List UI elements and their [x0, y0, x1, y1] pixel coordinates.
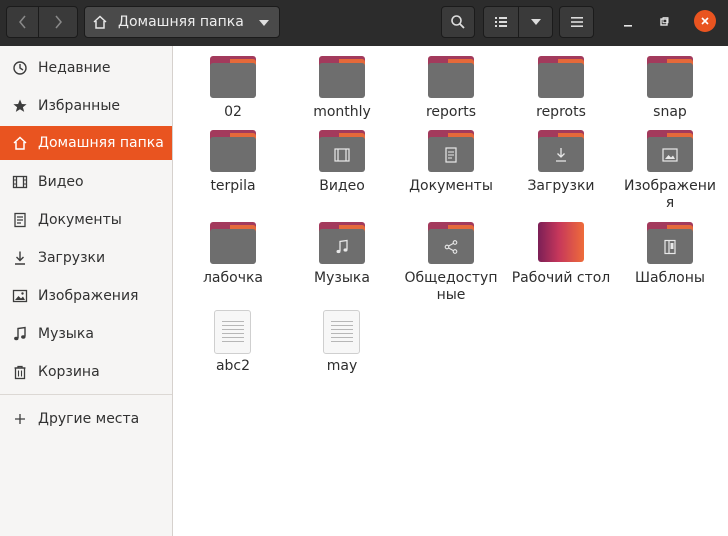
file-label: terpila: [210, 178, 256, 194]
file-label: reprots: [536, 104, 586, 120]
maximize-button[interactable]: [654, 12, 674, 32]
star-icon: [12, 98, 28, 114]
file-label: Документы: [409, 178, 493, 194]
sidebar-item-label: Домашняя папка: [38, 135, 164, 151]
download-icon: [12, 250, 28, 266]
file-label: Загрузки: [527, 178, 595, 194]
folder-icon: [210, 130, 256, 172]
trash-icon: [12, 364, 28, 380]
folder-icon: [538, 56, 584, 98]
folder-icon: [428, 56, 474, 98]
close-icon: [701, 17, 709, 25]
file-label: лабочка: [202, 270, 264, 286]
sidebar-item-other-places[interactable]: Другие места: [0, 402, 172, 436]
folder-public-icon: [428, 222, 474, 264]
header-bar: Домашняя папка: [0, 0, 728, 46]
sidebar-item-downloads[interactable]: Загрузки: [0, 241, 172, 275]
file-label: abc2: [215, 358, 251, 374]
hamburger-menu-icon: [570, 17, 583, 27]
forward-button[interactable]: [38, 6, 78, 38]
music-icon: [12, 326, 28, 342]
plus-icon: [12, 411, 28, 427]
view-options-button[interactable]: [518, 6, 553, 38]
chevron-left-icon: [18, 15, 26, 29]
home-icon: [93, 15, 107, 29]
file-label: Музыка: [314, 270, 370, 286]
sidebar-item-music[interactable]: Музыка: [0, 317, 172, 351]
minimize-button[interactable]: [618, 16, 638, 36]
folder-documents-icon: [428, 130, 474, 172]
sidebar-item-label: Избранные: [38, 98, 120, 114]
home-icon: [12, 135, 28, 151]
folder-download-icon: [538, 130, 584, 172]
folder-music-icon: [319, 222, 365, 264]
file-label: Общедоступные: [404, 270, 498, 303]
folder-templates-icon: [647, 222, 693, 264]
sidebar-item-pictures[interactable]: Изображения: [0, 279, 172, 313]
recent-icon: [12, 60, 28, 76]
sidebar-item-label: Музыка: [38, 326, 94, 342]
back-button[interactable]: [6, 6, 39, 38]
minimize-icon: [624, 25, 632, 27]
file-label: snap: [653, 104, 687, 120]
folder-icon: [210, 222, 256, 264]
chevron-right-icon: [55, 15, 62, 29]
file-grid: 02 monthly reports reprots snap terpila …: [174, 46, 728, 536]
sidebar-item-trash[interactable]: Корзина: [0, 355, 172, 389]
file-label: Рабочий стол: [511, 270, 611, 286]
sidebar-item-label: Изображения: [38, 288, 139, 304]
folder-pictures-icon: [647, 130, 693, 172]
sidebar-item-label: Загрузки: [38, 250, 106, 266]
sidebar-separator: [0, 394, 172, 395]
folder-icon: [319, 56, 365, 98]
text-file-icon: [319, 310, 365, 354]
folder-desktop-icon: [538, 222, 584, 264]
sidebar-item-starred[interactable]: Избранные: [0, 89, 172, 123]
sidebar-item-label: Документы: [38, 212, 122, 228]
chevron-down-icon: [530, 19, 541, 25]
main-menu-button[interactable]: [559, 6, 594, 38]
chevron-down-icon[interactable]: [259, 20, 269, 26]
sidebar-item-home[interactable]: Домашняя папка: [0, 126, 172, 160]
file-label: Шаблоны: [635, 270, 705, 286]
folder-video-icon: [319, 130, 365, 172]
sidebar-item-label: Видео: [38, 174, 84, 190]
video-icon: [12, 174, 28, 190]
sidebar-item-label: Корзина: [38, 364, 100, 380]
folder-icon: [647, 56, 693, 98]
text-file-icon: [210, 310, 256, 354]
sidebar-item-recent[interactable]: Недавние: [0, 51, 172, 85]
maximize-icon: [660, 17, 669, 26]
search-icon: [451, 15, 465, 29]
folder-icon: [210, 56, 256, 98]
file-label: may: [326, 358, 358, 374]
file-label: 02: [224, 104, 242, 120]
places-sidebar: Недавние Избранные Домашняя папка Видео …: [0, 46, 173, 536]
sidebar-item-documents[interactable]: Документы: [0, 203, 172, 237]
close-button[interactable]: [694, 10, 716, 32]
location-pathbar[interactable]: Домашняя папка: [84, 6, 280, 38]
file-label: Видео: [319, 178, 365, 194]
document-icon: [12, 212, 28, 228]
sidebar-item-video[interactable]: Видео: [0, 165, 172, 199]
sidebar-item-label: Другие места: [38, 411, 140, 427]
sidebar-item-label: Недавние: [38, 60, 111, 76]
file-label: reports: [425, 104, 477, 120]
location-label: Домашняя папка: [118, 14, 244, 30]
file-label: monthly: [313, 104, 371, 120]
list-view-button[interactable]: [483, 6, 519, 38]
file-label: Изображения: [623, 178, 717, 211]
list-view-icon: [495, 17, 507, 27]
search-button[interactable]: [441, 6, 475, 38]
image-icon: [12, 288, 28, 304]
